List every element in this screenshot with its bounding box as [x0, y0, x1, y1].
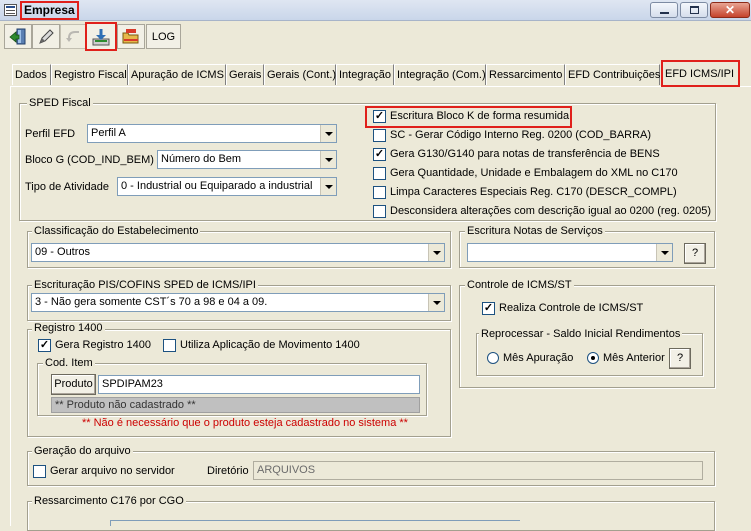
app-icon [4, 4, 17, 16]
maximize-button[interactable] [680, 2, 708, 18]
tab-gerais-cont[interactable]: Gerais (Cont.) [264, 64, 336, 85]
radio-mes-anterior[interactable] [587, 352, 599, 364]
open-folder-button[interactable] [117, 24, 145, 49]
produto-button[interactable]: Produto [51, 374, 96, 395]
maximize-icon [690, 6, 699, 14]
open-folder-icon [122, 28, 139, 43]
notas-servicos-select[interactable] [467, 243, 673, 262]
check-label: Gera Quantidade, Unidade e Embalagem do … [390, 167, 678, 179]
chevron-down-icon [428, 244, 444, 261]
checkbox[interactable] [373, 186, 386, 199]
undo-button [60, 24, 88, 49]
check-label: Gerar arquivo no servidor [50, 465, 175, 477]
minimize-icon [660, 12, 669, 14]
chevron-down-icon [656, 244, 672, 261]
tab-integracao[interactable]: Integração [336, 64, 394, 85]
chevron-down-icon [320, 151, 336, 168]
checkbox[interactable] [33, 465, 46, 478]
tab-integracao-com[interactable]: Integração (Com.) [394, 64, 486, 85]
chevron-down-icon [428, 294, 444, 311]
produto-warning: ** Não é necessário que o produto esteja… [82, 417, 408, 429]
piscofins-title: Escrituração PIS/COFINS SPED de ICMS/IPI [32, 279, 258, 291]
toolbar: LOG [0, 22, 751, 52]
check-label: Utiliza Aplicação de Movimento 1400 [180, 339, 360, 351]
registro-1400-title: Registro 1400 [32, 322, 105, 334]
tab-dados[interactable]: Dados [12, 64, 51, 85]
log-button[interactable]: LOG [146, 24, 181, 49]
tab-ressarcimento[interactable]: Ressarcimento [486, 64, 565, 85]
checkbox[interactable] [373, 167, 386, 180]
sped-fiscal-title: SPED Fiscal [27, 97, 93, 109]
perfil-efd-label: Perfil EFD [25, 128, 76, 140]
checkbox[interactable] [373, 205, 386, 218]
title-bar: Empresa ✕ [0, 0, 751, 21]
tab-registro-fiscal[interactable]: Registro Fiscal [51, 64, 128, 85]
checkbox[interactable] [373, 129, 386, 142]
check-label: Realiza Controle de ICMS/ST [499, 302, 644, 314]
piscofins-select[interactable]: 3 - Não gera somente CST´s 70 a 98 e 04 … [31, 293, 445, 312]
notas-servicos-title: Escritura Notas de Serviços [465, 225, 605, 237]
check-label: Escritura Bloco K de forma resumida [390, 110, 570, 122]
edit-icon [39, 28, 54, 44]
bloco-g-label: Bloco G (COD_IND_BEM) [25, 154, 154, 166]
notas-servicos-help-button[interactable]: ? [684, 243, 706, 264]
cod-item-title: Cod. Item [43, 357, 95, 369]
chevron-down-icon [320, 125, 336, 142]
tab-apuracao-icms[interactable]: Apuração de ICMS [128, 64, 226, 85]
diretorio-label: Diretório [207, 465, 249, 477]
tab-gerais[interactable]: Gerais [226, 64, 264, 85]
close-button[interactable]: ✕ [710, 2, 750, 18]
edit-button[interactable] [32, 24, 60, 49]
check-label: Desconsidera alterações com descrição ig… [390, 205, 712, 217]
save-button[interactable] [85, 22, 117, 51]
checkbox[interactable] [163, 339, 176, 352]
check-label: Gera Registro 1400 [55, 339, 151, 351]
tipo-atividade-select[interactable]: 0 - Industrial ou Equiparado a industria… [117, 177, 337, 196]
classificacao-select[interactable]: 09 - Outros [31, 243, 445, 262]
undo-icon [66, 30, 79, 42]
check-label: Gera G130/G140 para notas de transferênc… [390, 148, 660, 160]
tab-efd-contribuicoes[interactable]: EFD Contribuições [565, 64, 660, 85]
checkbox[interactable]: ✓ [373, 148, 386, 161]
perfil-efd-select[interactable]: Perfil A [87, 124, 337, 143]
ressarcimento-title: Ressarcimento C176 por CGO [32, 495, 186, 507]
exit-icon [9, 28, 26, 44]
check-label: Limpa Caracteres Especiais Reg. C170 (DE… [390, 186, 677, 198]
radio-mes-apuracao[interactable] [487, 352, 499, 364]
exit-button[interactable] [4, 24, 32, 49]
reprocessar-title: Reprocessar - Saldo Inicial Rendimentos [479, 328, 683, 340]
radio-label: Mês Apuração [503, 352, 574, 364]
produto-input[interactable]: SPDIPAM23 [98, 375, 420, 394]
bloco-g-select[interactable]: Número do Bem [157, 150, 337, 169]
diretorio-input[interactable]: ARQUIVOS [253, 461, 703, 480]
save-icon [92, 28, 110, 45]
checkbox[interactable]: ✓ [38, 339, 51, 352]
classificacao-title: Classificação do Estabelecimento [32, 225, 201, 237]
ressarcimento-field [110, 520, 520, 526]
controle-st-title: Controle de ICMS/ST [465, 279, 574, 291]
chevron-down-icon [320, 178, 336, 195]
geracao-title: Geração do arquivo [32, 445, 133, 457]
window-title: Empresa [20, 1, 79, 20]
reprocessar-help-button[interactable]: ? [669, 348, 691, 369]
checkbox[interactable]: ✓ [482, 302, 495, 315]
checkbox[interactable]: ✓ [373, 110, 386, 123]
radio-label: Mês Anterior [603, 352, 665, 364]
check-label: SC - Gerar Código Interno Reg. 0200 (COD… [390, 129, 652, 141]
minimize-button[interactable] [650, 2, 678, 18]
tipo-atividade-label: Tipo de Atividade [25, 181, 109, 193]
tab-efd-icms-ipi[interactable]: EFD ICMS/IPI [661, 60, 740, 87]
produto-status: ** Produto não cadastrado ** [51, 397, 420, 413]
close-icon: ✕ [724, 3, 736, 17]
